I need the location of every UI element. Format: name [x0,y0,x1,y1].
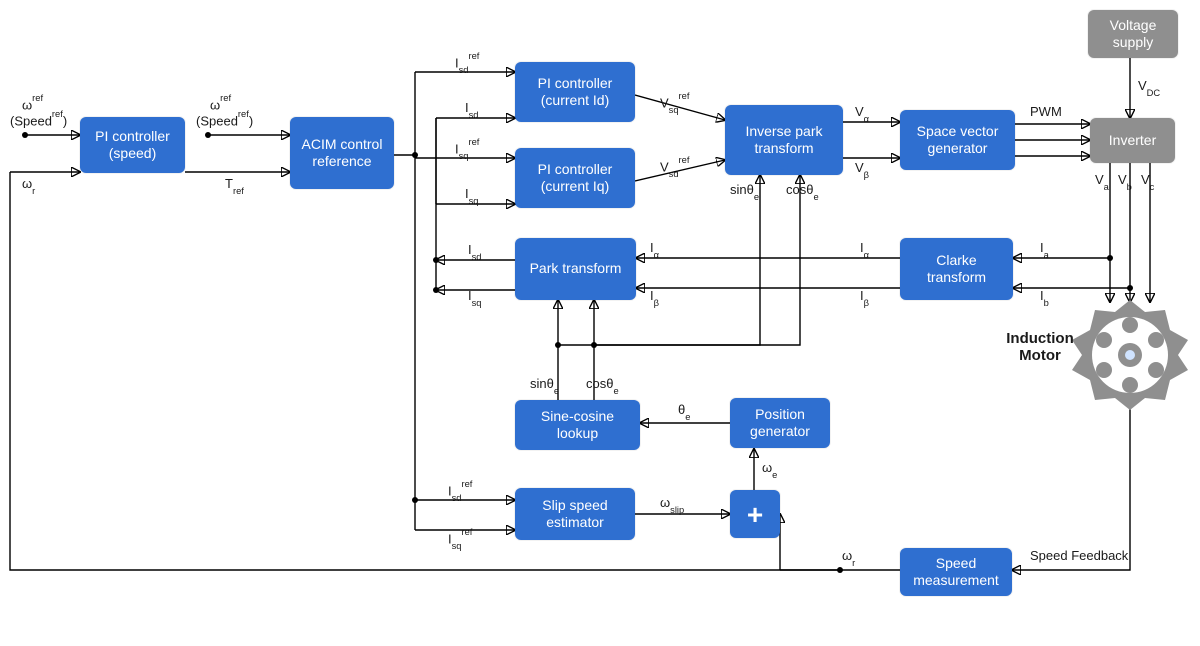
sig-wr-in: ωr [22,176,35,194]
label: PI controller (current Iq) [523,161,627,196]
sig-wr-fb: ωr [842,548,855,566]
block-clarke: Clarke transform [900,238,1013,300]
sig-va: Va [1095,172,1109,190]
sig-speed-feedback: Speed Feedback [1030,548,1128,563]
sig-isd: Isd [465,100,479,118]
block-acim-ref: ACIM control reference [290,117,394,189]
label: Position generator [738,406,822,441]
label: Voltage supply [1096,17,1170,52]
sig-ialpha-2: Iα [860,240,869,258]
label: ACIM control reference [298,136,386,171]
sig-park-isq: Isq [468,288,482,306]
sig-vsq-ref: Vsqref [660,94,689,113]
sig-isq-ref: Isqref [455,140,479,159]
sig-w-ref: ωref [22,96,43,112]
block-voltage-supply: Voltage supply [1088,10,1178,58]
sig-sin-e: sinθe [530,376,559,394]
sig-pwm: PWM [1030,104,1062,119]
sig-vb: Vb [1118,172,1132,190]
label: PI controller (speed) [88,128,177,163]
label: Inverse park transform [733,123,835,158]
block-park: Park transform [515,238,636,300]
label: PI controller (current Id) [523,75,627,110]
sig-ia: Ia [1040,240,1049,258]
label: Slip speed estimator [523,497,627,532]
label: Park transform [530,260,622,278]
sig-speed-ref-2: (Speedref) [196,112,253,128]
sig-vdc: VDC [1138,78,1160,96]
block-speed-measurement: Speed measurement [900,548,1012,596]
sig-speed-ref: (Speedref) [10,112,67,128]
sig-wslip: ωslip [660,495,684,513]
motor-label: InductionMotor [1005,330,1075,364]
sig-isq: Isq [465,186,479,204]
block-sum: + [730,490,780,538]
label: Clarke transform [908,252,1005,287]
sig-vbeta: Vβ [855,160,869,178]
block-pi-id: PI controller (current Id) [515,62,635,122]
label: + [747,497,763,532]
sig-w-ref-2: ωref [210,96,231,112]
sig-slip-isd-ref: Isdref [448,482,472,501]
block-space-vector-gen: Space vector generator [900,110,1015,170]
sig-vc: Vc [1141,172,1154,190]
sig-vsd-ref: Vsdref [660,158,689,177]
sig-cos-e: cosθe [586,376,619,394]
block-sine-cosine: Sine-cosine lookup [515,400,640,450]
sig-cos-e-ip: cosθe [786,182,819,200]
sig-isd-ref: Isdref [455,54,479,73]
sig-ibeta: Iβ [650,288,659,306]
sig-sin-e-ip: sinθe [730,182,759,200]
label: Inverter [1109,132,1156,150]
sig-park-isd: Isd [468,242,482,260]
sig-valpha: Vα [855,104,869,122]
sig-tref: Tref [225,176,244,194]
block-inverter: Inverter [1090,118,1175,163]
sig-ialpha: Iα [650,240,659,258]
block-inverse-park: Inverse park transform [725,105,843,175]
sig-slip-isq-ref: Isqref [448,530,472,549]
block-pi-iq: PI controller (current Iq) [515,148,635,208]
sig-we: ωe [762,460,777,478]
sig-ib: Ib [1040,288,1049,306]
label: Space vector generator [908,123,1007,158]
label: Sine-cosine lookup [523,408,632,443]
block-slip-estimator: Slip speed estimator [515,488,635,540]
block-position-generator: Position generator [730,398,830,448]
sig-ibeta-2: Iβ [860,288,869,306]
induction-motor-icon [1070,300,1190,415]
block-pi-speed: PI controller (speed) [80,117,185,173]
label: Speed measurement [908,555,1004,590]
sig-theta-e: θe [678,402,690,420]
